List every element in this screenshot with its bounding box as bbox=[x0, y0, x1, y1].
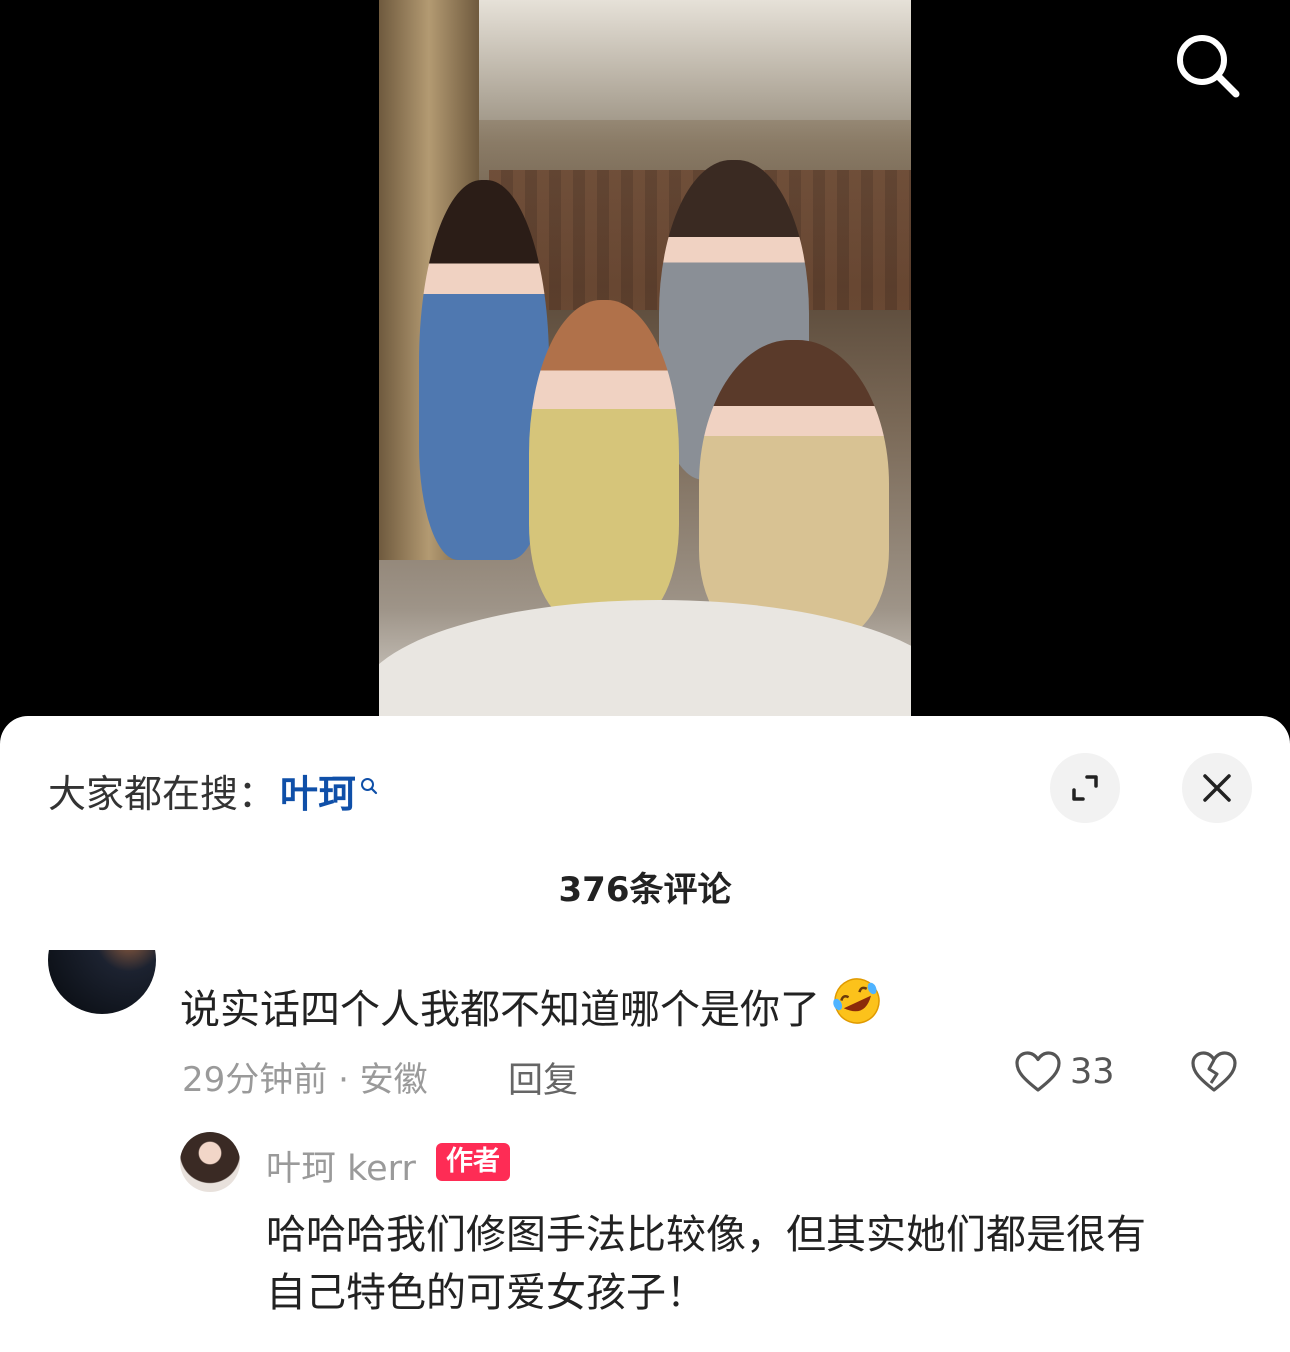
post-photo[interactable] bbox=[379, 0, 911, 716]
comment-body: 说实话四个人我都不知道哪个是你了 bbox=[180, 974, 884, 1038]
search-button[interactable] bbox=[1172, 30, 1244, 102]
commenter-avatar[interactable] bbox=[48, 950, 156, 1014]
reply-button[interactable]: 回复 bbox=[508, 1052, 578, 1103]
hot-search-prefix: 大家都在搜： bbox=[48, 771, 277, 816]
reply-author-name[interactable]: 叶珂 kerr bbox=[266, 1140, 416, 1191]
broken-heart-icon bbox=[1191, 1051, 1237, 1092]
hot-search-bar[interactable]: 大家都在搜： 叶珂 bbox=[48, 766, 378, 816]
photo-table bbox=[379, 600, 911, 716]
rolling-laughing-emoji-icon bbox=[830, 974, 884, 1038]
close-button[interactable] bbox=[1182, 753, 1252, 823]
video-area[interactable] bbox=[0, 0, 1290, 740]
close-icon bbox=[1203, 774, 1231, 802]
comment-text: 说实话四个人我都不知道哪个是你了 bbox=[180, 987, 820, 1033]
comment-time-location: 29分钟前 · 安徽 bbox=[182, 1060, 428, 1100]
search-icon bbox=[1177, 35, 1240, 98]
like-count: 33 bbox=[1070, 1052, 1115, 1092]
photo-person-4 bbox=[699, 340, 889, 640]
reply-text-line-1: 哈哈哈我们修图手法比较像，但其实她们都是很有 bbox=[266, 1212, 1146, 1258]
photo-person-3 bbox=[529, 300, 679, 620]
expand-icon bbox=[1072, 775, 1098, 801]
heart-icon bbox=[1015, 1051, 1061, 1092]
reply-body: 哈哈哈我们修图手法比较像，但其实她们都是很有 自己特色的可爱女孩子！ bbox=[266, 1206, 1246, 1322]
small-search-icon bbox=[360, 760, 378, 804]
dislike-button[interactable] bbox=[1190, 1050, 1238, 1098]
expand-button[interactable] bbox=[1050, 753, 1120, 823]
reply-text-line-2: 自己特色的可爱女孩子！ bbox=[266, 1270, 706, 1316]
comment-count-title: 376条评论 bbox=[558, 870, 732, 910]
author-avatar[interactable] bbox=[180, 1132, 240, 1192]
author-badge: 作者 bbox=[436, 1143, 510, 1181]
hot-search-term[interactable]: 叶珂 bbox=[280, 763, 356, 818]
like-button[interactable]: 33 bbox=[1014, 1050, 1115, 1094]
